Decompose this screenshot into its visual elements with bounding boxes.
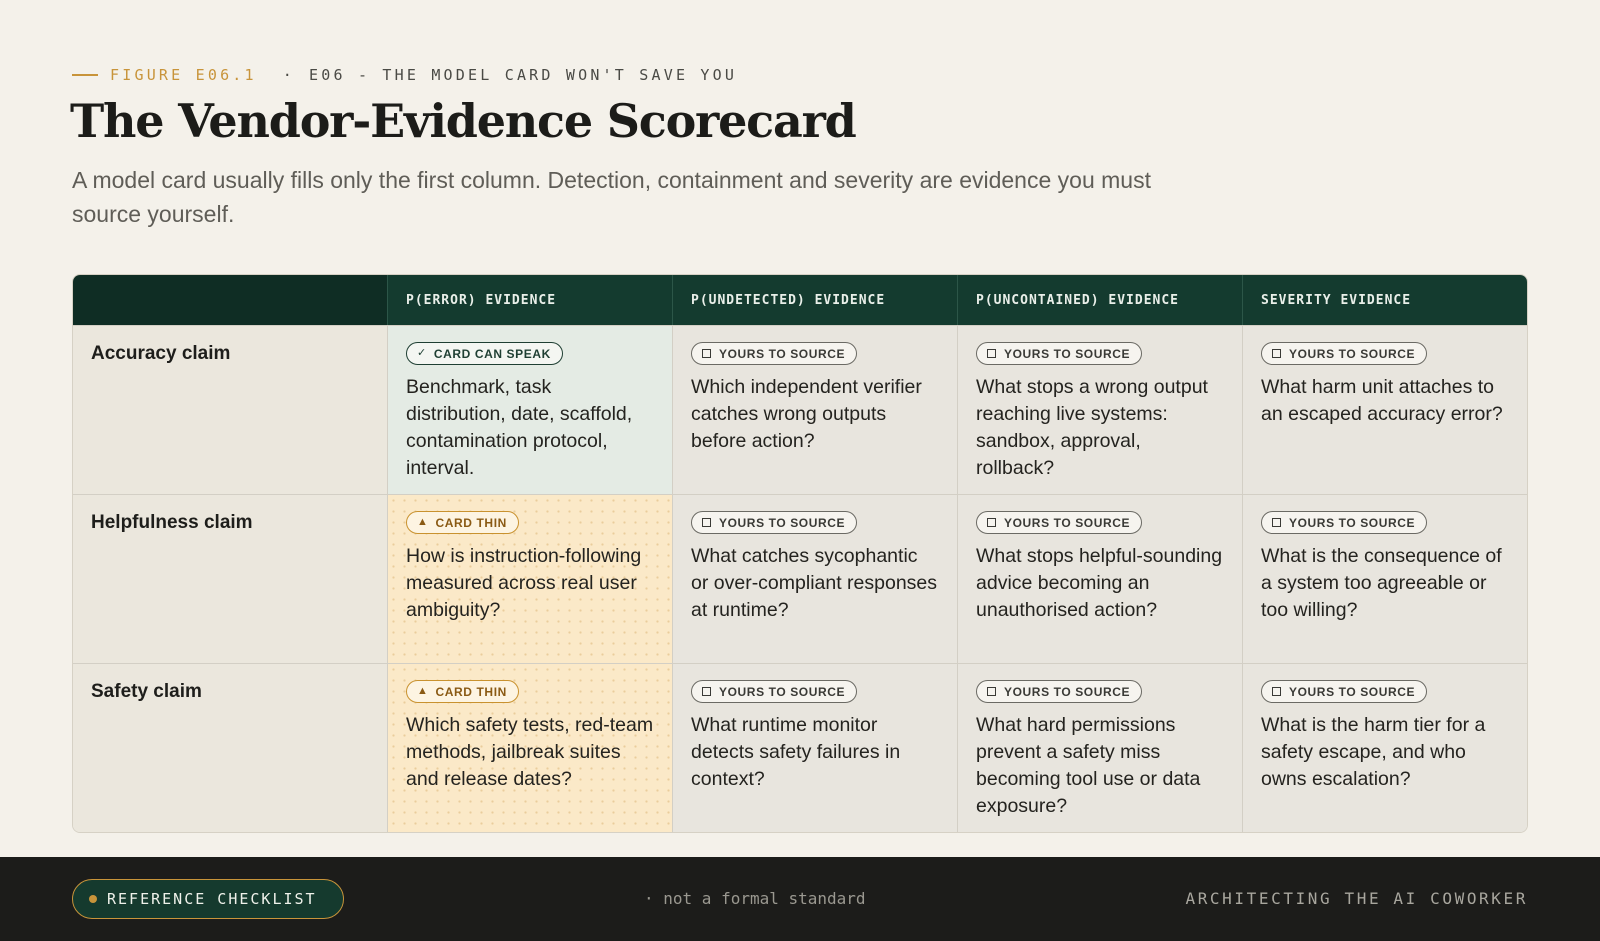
footer-brand: ARCHITECTING THE AI COWORKER <box>1185 889 1528 908</box>
row-label-safety: Safety claim <box>73 663 387 832</box>
cell-text: What is the harm tier for a safety escap… <box>1261 714 1486 790</box>
card-thin-badge: ▲ CARD THIN <box>406 680 519 703</box>
check-icon: ✓ <box>417 347 427 359</box>
column-header-perror: P(ERROR) EVIDENCE <box>387 275 672 325</box>
column-header-severity: SEVERITY EVIDENCE <box>1242 275 1527 325</box>
cell-text: What hard permissions prevent a safety m… <box>976 714 1201 817</box>
dot-icon <box>89 895 97 903</box>
cell-text: What catches sycophantic or over-complia… <box>691 545 938 621</box>
table-cell: ▲ CARD THIN Which safety tests, red-team … <box>387 663 672 832</box>
square-icon <box>987 349 996 358</box>
page-subtitle: A model card usually fills only the firs… <box>72 167 1151 227</box>
table-cell: YOURS TO SOURCE What stops a wrong outpu… <box>957 325 1242 494</box>
eyebrow-rule <box>72 74 98 76</box>
square-icon <box>1272 518 1281 527</box>
yours-to-source-badge: YOURS TO SOURCE <box>976 511 1143 534</box>
square-icon <box>1272 687 1281 696</box>
table-cell: YOURS TO SOURCE What runtime monitor det… <box>672 663 957 832</box>
yours-to-source-badge: YOURS TO SOURCE <box>1261 342 1428 365</box>
table-cell: YOURS TO SOURCE What harm unit attaches … <box>1242 325 1527 494</box>
header-corner <box>73 275 387 325</box>
warning-icon: ▲ <box>417 685 429 697</box>
warning-icon: ▲ <box>417 516 429 528</box>
cell-text: Which safety tests, red-team methods, ja… <box>406 714 654 790</box>
cell-text: What stops helpful-sounding advice becom… <box>976 545 1223 621</box>
cell-text: Benchmark, task distribution, date, scaf… <box>406 376 633 479</box>
episode-label: E06 - THE MODEL CARD WON'T SAVE YOU <box>309 66 738 84</box>
page-title: The Vendor-Evidence Scorecard <box>70 94 857 148</box>
square-icon <box>702 349 711 358</box>
table-cell: YOURS TO SOURCE What stops helpful-sound… <box>957 494 1242 663</box>
table-cell: YOURS TO SOURCE What is the consequence … <box>1242 494 1527 663</box>
square-icon <box>987 518 996 527</box>
pill-label: REFERENCE CHECKLIST <box>107 890 317 908</box>
table-cell: YOURS TO SOURCE What hard permissions pr… <box>957 663 1242 832</box>
column-header-pundetected: P(UNDETECTED) EVIDENCE <box>672 275 957 325</box>
table-cell: ▲ CARD THIN How is instruction-following … <box>387 494 672 663</box>
yours-to-source-badge: YOURS TO SOURCE <box>976 680 1143 703</box>
square-icon <box>702 687 711 696</box>
figure-number: FIGURE E06.1 <box>110 66 257 84</box>
card-can-speak-badge: ✓ CARD CAN SPEAK <box>406 342 563 365</box>
figure-eyebrow: FIGURE E06.1 · E06 - THE MODEL CARD WON'… <box>72 66 737 84</box>
square-icon <box>987 687 996 696</box>
table-cell: YOURS TO SOURCE Which independent verifi… <box>672 325 957 494</box>
yours-to-source-badge: YOURS TO SOURCE <box>1261 680 1428 703</box>
footer-note: · not a formal standard <box>644 889 866 908</box>
table-cell: YOURS TO SOURCE What is the harm tier fo… <box>1242 663 1527 832</box>
square-icon <box>1272 349 1281 358</box>
scorecard-table: P(ERROR) EVIDENCE P(UNDETECTED) EVIDENCE… <box>72 274 1528 833</box>
yours-to-source-badge: YOURS TO SOURCE <box>691 511 858 534</box>
reference-checklist-pill: REFERENCE CHECKLIST <box>72 879 344 919</box>
yours-to-source-badge: YOURS TO SOURCE <box>691 342 858 365</box>
table-cell: YOURS TO SOURCE What catches sycophantic… <box>672 494 957 663</box>
square-icon <box>702 518 711 527</box>
yours-to-source-badge: YOURS TO SOURCE <box>976 342 1143 365</box>
row-label-helpfulness: Helpfulness claim <box>73 494 387 663</box>
eyebrow-separator: · <box>282 66 296 84</box>
cell-text: What harm unit attaches to an escaped ac… <box>1261 376 1503 425</box>
card-thin-badge: ▲ CARD THIN <box>406 511 519 534</box>
cell-text: Which independent verifier catches wrong… <box>691 376 922 452</box>
cell-text: How is instruction-following measured ac… <box>406 545 642 621</box>
cell-text: What stops a wrong output reaching live … <box>976 376 1208 479</box>
footer-bar: REFERENCE CHECKLIST · not a formal stand… <box>0 857 1600 941</box>
cell-text: What runtime monitor detects safety fail… <box>691 714 901 790</box>
cell-text: What is the consequence of a system too … <box>1261 545 1502 621</box>
yours-to-source-badge: YOURS TO SOURCE <box>1261 511 1428 534</box>
column-header-puncontained: P(UNCONTAINED) EVIDENCE <box>957 275 1242 325</box>
yours-to-source-badge: YOURS TO SOURCE <box>691 680 858 703</box>
row-label-accuracy: Accuracy claim <box>73 325 387 494</box>
table-cell: ✓ CARD CAN SPEAK Benchmark, task distribu… <box>387 325 672 494</box>
